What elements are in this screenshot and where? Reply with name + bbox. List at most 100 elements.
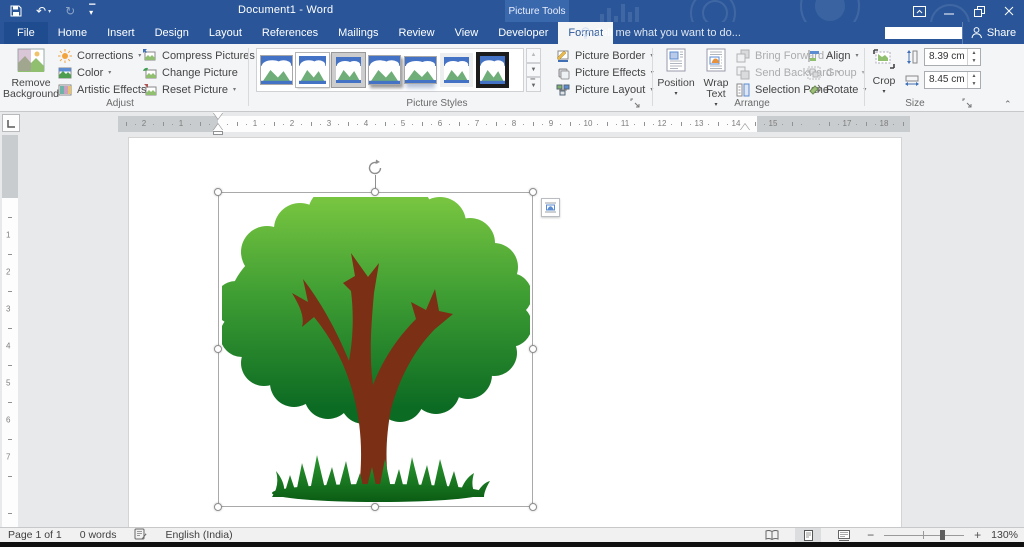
ruler-tick <box>8 475 12 477</box>
save-icon[interactable] <box>10 5 22 17</box>
gallery-scroll-up-button[interactable]: ▲ <box>526 48 541 63</box>
arrange-group-label: Arrange <box>734 98 770 109</box>
artistic-effects-button[interactable]: Artistic Effects▾ <box>58 81 155 98</box>
rotate-handle[interactable] <box>366 159 384 177</box>
first-line-indent-marker[interactable] <box>213 112 223 119</box>
tab-home[interactable]: Home <box>48 22 97 44</box>
tab-references[interactable]: References <box>252 22 328 44</box>
zoom-in-button[interactable]: + <box>974 528 981 542</box>
resize-handle-bottom-right[interactable] <box>529 503 537 511</box>
shape-width-input[interactable] <box>925 71 967 88</box>
share-button[interactable]: Share <box>962 22 1024 44</box>
minimize-button[interactable] <box>934 0 964 22</box>
picture-style-metal-frame[interactable] <box>331 52 366 88</box>
layout-options-button[interactable] <box>541 198 560 217</box>
horizontal-ruler[interactable]: 2 1 1 2 3 4 5 6 7 8 9 10 11 12 13 14 15 17 18 <box>118 116 910 132</box>
tab-mailings[interactable]: Mailings <box>328 22 388 44</box>
group-button[interactable]: Group▾ <box>807 64 865 81</box>
tab-developer[interactable]: Developer <box>488 22 558 44</box>
account-box[interactable] <box>885 27 962 39</box>
web-layout-button[interactable] <box>831 528 857 542</box>
width-increase-button[interactable]: ▲ <box>968 72 980 80</box>
print-layout-button[interactable] <box>795 528 822 542</box>
shape-height-input[interactable] <box>925 48 967 65</box>
picture-style-simple-frame[interactable] <box>260 55 293 85</box>
window-controls <box>904 0 1024 22</box>
compress-pictures-button[interactable]: Compress Pictures <box>143 47 255 64</box>
ribbon-tab-row: File Home Insert Design Layout References Mail… <box>0 22 1024 44</box>
color-button[interactable]: Color ▾ <box>58 64 111 81</box>
zoom-slider-thumb[interactable] <box>940 530 946 540</box>
resize-handle-bottom-left[interactable] <box>214 503 222 511</box>
tab-design[interactable]: Design <box>145 22 199 44</box>
gallery-scroll-down-button[interactable]: ▼ <box>526 62 541 78</box>
resize-handle-middle-left[interactable] <box>214 345 222 353</box>
undo-button[interactable]: ↶ ▾ <box>36 4 51 18</box>
picture-style-black-frame[interactable] <box>476 52 509 88</box>
picture-style-soft-edge[interactable] <box>440 53 473 87</box>
ribbon-display-options-button[interactable] <box>904 0 934 22</box>
picture-styles-dialog-launcher-icon[interactable] <box>630 98 642 110</box>
picture-style-drop-shadow[interactable] <box>368 55 401 85</box>
ruler-tick <box>597 124 599 125</box>
change-picture-button[interactable]: Change Picture <box>143 64 238 81</box>
language-status[interactable]: English (India) <box>165 529 232 541</box>
group-separator <box>652 48 653 106</box>
resize-handle-top-center[interactable] <box>371 188 379 196</box>
proofing-status-icon[interactable] <box>134 528 147 543</box>
picture-border-button[interactable]: Picture Border▾ <box>556 47 653 64</box>
ruler-tick <box>162 122 164 126</box>
tab-stop-selector[interactable] <box>2 114 20 132</box>
picture-effects-button[interactable]: Picture Effects▾ <box>556 64 654 81</box>
align-button[interactable]: Align ▾ <box>807 47 858 64</box>
resize-handle-bottom-center[interactable] <box>371 503 379 511</box>
size-dialog-launcher-icon[interactable] <box>962 98 974 110</box>
word-count[interactable]: 0 words <box>80 529 117 541</box>
resize-handle-top-left[interactable] <box>214 188 222 196</box>
shape-height-row: ▲▼ <box>905 47 981 66</box>
customize-quick-access-icon[interactable]: ▔ ▾ <box>89 5 95 17</box>
ruler-number: 7 <box>6 452 11 462</box>
tab-layout[interactable]: Layout <box>199 22 252 44</box>
corrections-button[interactable]: Corrections ▾ <box>58 47 141 64</box>
zoom-out-button[interactable]: − <box>867 528 874 542</box>
vertical-ruler[interactable]: 1 2 3 4 5 6 7 <box>2 135 18 527</box>
ruler-tick <box>495 122 497 126</box>
tab-view[interactable]: View <box>445 22 489 44</box>
color-icon <box>58 66 73 80</box>
picture-layout-button[interactable]: Picture Layout▾ <box>556 81 653 98</box>
title-bar: ↶ ▾ ↻ ▔ ▾ Document1 - Word Picture Tools <box>0 0 1024 22</box>
read-mode-button[interactable] <box>759 528 785 542</box>
resize-handle-middle-right[interactable] <box>529 345 537 353</box>
right-indent-marker[interactable] <box>740 124 750 131</box>
tell-me-box[interactable]: Tell me what you want to do... <box>580 22 741 44</box>
redo-button[interactable]: ↻ <box>65 4 75 18</box>
zoom-slider[interactable] <box>884 528 965 542</box>
tab-file[interactable]: File <box>4 22 48 44</box>
crop-button[interactable]: Crop ▾ <box>868 46 900 98</box>
picture-style-simple-white-frame[interactable] <box>295 52 330 88</box>
style-thumbnail-image <box>299 56 326 84</box>
rotate-button[interactable]: Rotate▾ <box>807 81 866 98</box>
position-button[interactable]: Position ▾ <box>657 46 695 100</box>
tab-review[interactable]: Review <box>389 22 445 44</box>
remove-background-button[interactable]: Remove Background <box>3 46 59 100</box>
close-button[interactable] <box>994 0 1024 22</box>
height-decrease-button[interactable]: ▼ <box>968 57 980 65</box>
ruler-tick <box>541 124 543 125</box>
width-decrease-button[interactable]: ▼ <box>968 80 980 88</box>
tab-insert[interactable]: Insert <box>97 22 145 44</box>
ruler-tick <box>134 124 136 125</box>
hanging-indent-marker[interactable] <box>213 124 223 131</box>
zoom-level[interactable]: 130% <box>991 529 1018 541</box>
picture-styles-group-label: Picture Styles <box>406 98 468 109</box>
page-indicator[interactable]: Page 1 of 1 <box>8 529 62 541</box>
reset-picture-button[interactable]: Reset Picture ▾ <box>143 81 236 98</box>
picture-style-reflection[interactable] <box>404 56 437 84</box>
gallery-more-button[interactable]: ▔ ▼ <box>526 77 541 93</box>
height-increase-button[interactable]: ▲ <box>968 49 980 57</box>
lightbulb-icon <box>581 26 590 38</box>
restore-button[interactable] <box>964 0 994 22</box>
collapse-ribbon-icon[interactable]: ⌃ <box>1004 99 1012 110</box>
resize-handle-top-right[interactable] <box>529 188 537 196</box>
